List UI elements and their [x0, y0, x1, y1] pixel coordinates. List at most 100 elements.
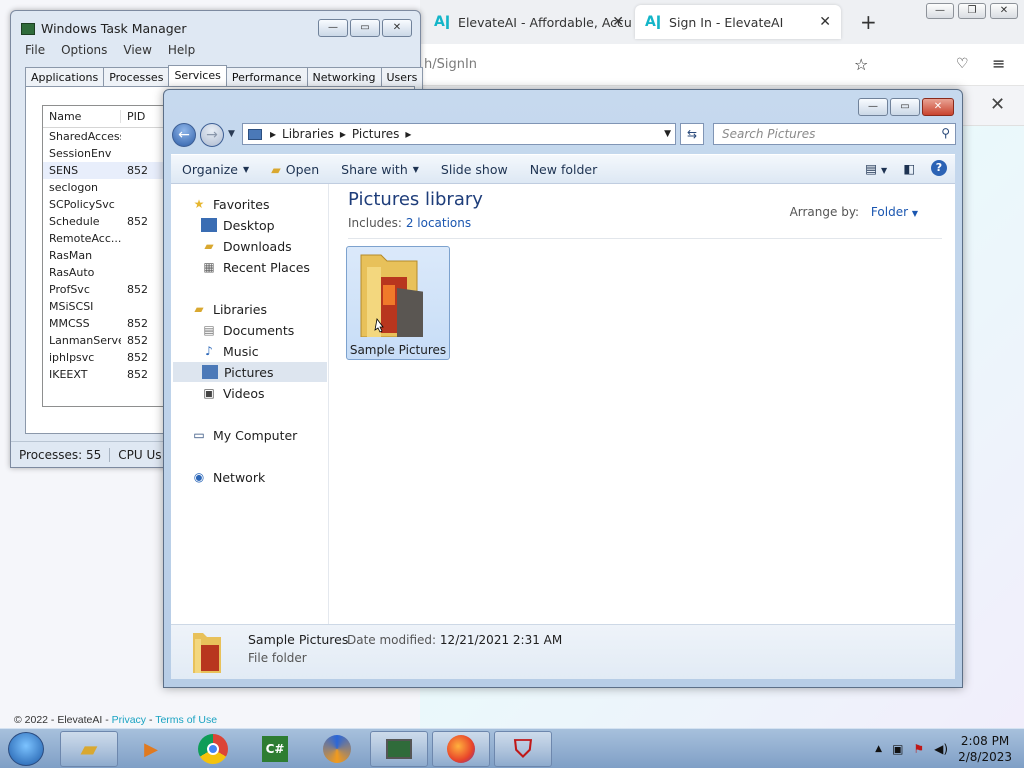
start-button[interactable]: [8, 732, 44, 766]
task-manager-icon: [21, 22, 35, 35]
preview-pane-icon[interactable]: ◧: [903, 161, 915, 176]
close-bar-icon[interactable]: ✕: [990, 94, 1005, 115]
service-row[interactable]: SENS 852: [43, 162, 181, 179]
elevateai-logo-icon: Aǀ: [645, 14, 662, 30]
service-row[interactable]: iphlpsvc 852: [43, 349, 181, 366]
change-view-icon[interactable]: ▤ ▼: [865, 161, 887, 176]
nav-desktop[interactable]: Desktop: [201, 215, 275, 235]
service-row[interactable]: seclogon: [43, 179, 181, 196]
folder-thumbnail-icon: [193, 633, 221, 673]
taskbar-chrome[interactable]: [184, 731, 242, 767]
service-row[interactable]: MSiSCSI: [43, 298, 181, 315]
nav-downloads[interactable]: ▰ Downloads: [201, 236, 291, 256]
column-name[interactable]: Name: [43, 110, 121, 123]
browser-close-button[interactable]: ✕: [990, 3, 1018, 19]
help-icon[interactable]: ?: [931, 160, 947, 176]
browser-restore-button[interactable]: ❐: [958, 3, 986, 19]
taskbar-task-manager[interactable]: [370, 731, 428, 767]
service-row[interactable]: SessionEnv: [43, 145, 181, 162]
terms-link[interactable]: Terms of Use: [155, 714, 217, 726]
menu-options[interactable]: Options: [61, 43, 107, 57]
service-row[interactable]: IKEEXT 852: [43, 366, 181, 383]
close-button[interactable]: ✕: [382, 19, 412, 37]
back-button[interactable]: ←: [172, 123, 196, 147]
search-icon[interactable]: ⚲: [941, 126, 950, 140]
nav-documents[interactable]: ▤ Documents: [201, 320, 294, 340]
close-tab-icon[interactable]: ✕: [612, 14, 624, 30]
browser-tab-elevateai[interactable]: Aǀ ElevateAI - Affordable, Accu ✕: [424, 5, 634, 39]
chevron-down-icon: ▼: [243, 164, 250, 174]
open-button[interactable]: ▰ Open: [260, 162, 330, 177]
service-row[interactable]: RemoteAcc...: [43, 230, 181, 247]
nav-pictures[interactable]: Pictures: [173, 362, 327, 382]
bookmark-star-icon[interactable]: ☆: [854, 55, 868, 74]
nav-libraries[interactable]: ▰ Libraries: [191, 299, 267, 319]
volume-icon[interactable]: ◀): [934, 742, 948, 756]
service-row[interactable]: LanmanServer 852: [43, 332, 181, 349]
service-row[interactable]: MMCSS 852: [43, 315, 181, 332]
nav-music[interactable]: ♪ Music: [201, 341, 258, 361]
forward-button[interactable]: →: [200, 123, 224, 147]
breadcrumb-pictures[interactable]: Pictures: [352, 127, 400, 141]
privacy-link[interactable]: Privacy: [112, 714, 146, 726]
service-row[interactable]: SCPolicySvc: [43, 196, 181, 213]
close-button[interactable]: ✕: [922, 98, 954, 116]
folder-item[interactable]: Sample Pictures: [346, 246, 450, 360]
services-list[interactable]: Name PID SharedAccess SessionEnv SENS 852 se…: [42, 105, 182, 407]
action-center-icon[interactable]: ⚑: [913, 742, 924, 756]
taskbar-media-player[interactable]: ▶: [122, 731, 180, 767]
service-row[interactable]: SharedAccess: [43, 128, 181, 145]
service-row[interactable]: Schedule 852: [43, 213, 181, 230]
nav-network[interactable]: ◉ Network: [191, 467, 265, 487]
minimize-button[interactable]: —: [858, 98, 888, 116]
minimize-button[interactable]: —: [318, 19, 348, 37]
service-row[interactable]: RasAuto: [43, 264, 181, 281]
taskbar-explorer[interactable]: ▰: [60, 731, 118, 767]
pocket-icon[interactable]: ♡: [956, 56, 969, 72]
search-input[interactable]: Search Pictures ⚲: [713, 123, 956, 145]
address-row: ← → ▼ ▸ Libraries ▸ Pictures ▸ ▼ ⇆ Searc…: [172, 122, 956, 148]
show-hidden-icons[interactable]: ▲: [875, 744, 882, 754]
service-pid: 852: [127, 351, 148, 364]
tab-services[interactable]: Services: [168, 65, 227, 87]
service-row[interactable]: ProfSvc 852: [43, 281, 181, 298]
arrange-dropdown[interactable]: Folder ▼: [871, 205, 918, 219]
nav-my-computer[interactable]: ▭ My Computer: [191, 425, 297, 445]
service-name: MMCSS: [49, 317, 90, 330]
menu-icon[interactable]: ≡: [992, 54, 1005, 73]
address-bar[interactable]: ▸ Libraries ▸ Pictures ▸ ▼: [242, 123, 676, 145]
clock[interactable]: 2:08 PM 2/8/2023: [958, 733, 1012, 765]
taskbar-mcafee[interactable]: ⛉: [494, 731, 552, 767]
address-bar[interactable]: h/SignIn: [424, 57, 477, 72]
maximize-button[interactable]: ▭: [350, 19, 380, 37]
taskbar-firefox[interactable]: [432, 731, 490, 767]
maximize-button[interactable]: ▭: [890, 98, 920, 116]
slide-show-button[interactable]: Slide show: [430, 162, 519, 177]
recent-pages-dropdown[interactable]: ▼: [228, 129, 235, 139]
menu-view[interactable]: View: [123, 43, 151, 57]
close-tab-icon[interactable]: ✕: [819, 14, 831, 30]
new-folder-button[interactable]: New folder: [519, 162, 609, 177]
column-pid[interactable]: PID: [121, 110, 145, 123]
organize-button[interactable]: Organize ▼: [171, 162, 260, 177]
browser-tab-signin[interactable]: Aǀ Sign In - ElevateAI ✕: [635, 5, 841, 39]
nav-favorites[interactable]: ★ Favorites: [191, 194, 270, 214]
service-row[interactable]: RasMan: [43, 247, 181, 264]
taskbar-browser-lock[interactable]: [308, 731, 366, 767]
nav-recent-places[interactable]: ▦ Recent Places: [201, 257, 310, 277]
menu-help[interactable]: Help: [168, 43, 195, 57]
taskbar-csharp[interactable]: C#: [246, 731, 304, 767]
clock-date: 2/8/2023: [958, 750, 1012, 764]
share-with-button[interactable]: Share with ▼: [330, 162, 430, 177]
menu-file[interactable]: File: [25, 43, 45, 57]
locations-link[interactable]: 2 locations: [406, 216, 471, 230]
breadcrumb-libraries[interactable]: Libraries: [282, 127, 334, 141]
new-tab-button[interactable]: +: [850, 5, 887, 39]
nav-label: Network: [213, 469, 266, 485]
refresh-button[interactable]: ⇆: [680, 123, 704, 145]
nav-videos[interactable]: ▣ Videos: [201, 383, 264, 403]
chevron-down-icon: ▼: [412, 164, 419, 174]
network-tray-icon[interactable]: ▣: [892, 742, 903, 756]
browser-minimize-button[interactable]: —: [926, 3, 954, 19]
address-dropdown-icon[interactable]: ▼: [664, 129, 671, 139]
